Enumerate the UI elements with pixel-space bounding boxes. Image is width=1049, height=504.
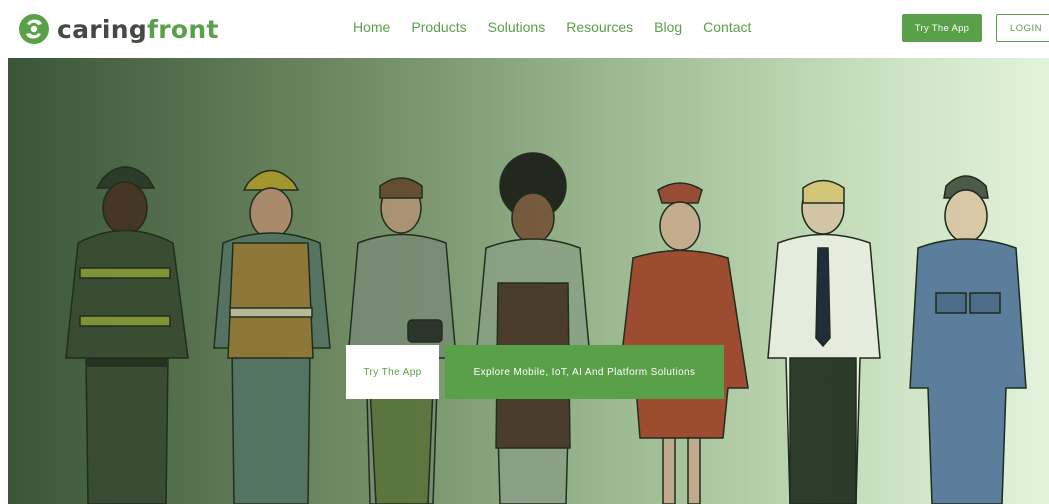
pilot-figure xyxy=(767,179,881,504)
nav-blog[interactable]: Blog xyxy=(654,19,682,35)
site-header: caringfront Home Products Solutions Reso… xyxy=(0,0,1049,58)
brand-name-suffix: front xyxy=(147,14,219,44)
recycle-leaf-icon xyxy=(19,14,49,44)
nav-contact[interactable]: Contact xyxy=(703,19,751,35)
header-try-app-button[interactable]: Try The App xyxy=(902,14,982,42)
hero-explore-solutions-button[interactable]: Explore Mobile, IoT, AI And Platform Sol… xyxy=(445,345,724,399)
photographer-figure xyxy=(347,177,457,504)
mechanic-figure xyxy=(909,175,1027,504)
brand-name-prefix: caring xyxy=(57,14,148,44)
brand-logo[interactable]: caringfront xyxy=(18,9,219,49)
main-nav: Home Products Solutions Resources Blog C… xyxy=(353,19,772,35)
hero-try-app-button[interactable]: Try The App xyxy=(346,345,439,399)
nav-solutions[interactable]: Solutions xyxy=(488,19,546,35)
firefighter-figure xyxy=(65,166,189,504)
nav-products[interactable]: Products xyxy=(411,19,466,35)
construction-worker-figure xyxy=(213,169,331,504)
login-button[interactable]: LOGIN xyxy=(996,14,1049,42)
nav-home[interactable]: Home xyxy=(353,19,390,35)
workers-lineup-illustration xyxy=(65,152,1027,504)
flight-attendant-figure xyxy=(617,182,749,504)
hero-banner xyxy=(8,58,1049,504)
barista-figure xyxy=(475,152,591,504)
nav-resources[interactable]: Resources xyxy=(566,19,633,35)
brand-name: caringfront xyxy=(57,15,219,44)
